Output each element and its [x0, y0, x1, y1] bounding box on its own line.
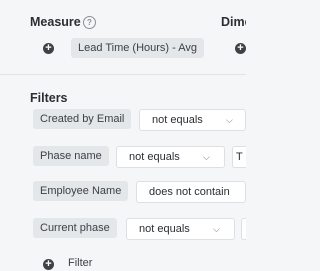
help-circle-icon[interactable]: ? [83, 16, 96, 29]
filter-field-current-phase[interactable]: Current phase [33, 218, 117, 238]
query-builder-panel: Measure ? Dime + Lead Time (Hours) - Avg… [0, 0, 246, 271]
filter-operator-value: does not contain [149, 186, 230, 198]
dimensions-title: Dime [221, 15, 246, 29]
section-divider [0, 74, 246, 75]
filter-value-input[interactable]: T [232, 146, 246, 168]
filter-operator-select[interactable]: not equals ⌵ [116, 146, 225, 168]
add-dimension-icon[interactable]: + [235, 43, 246, 54]
measure-title: Measure [30, 15, 81, 29]
add-measure-icon[interactable]: + [43, 43, 54, 54]
filter-operator-value: not equals [152, 114, 203, 126]
filter-operator-select[interactable]: not equals ⌵ [139, 109, 246, 131]
filter-operator-value: not equals [129, 151, 180, 163]
filter-operator-value: not equals [139, 223, 190, 235]
filter-field-employee-name[interactable]: Employee Name [33, 181, 129, 201]
add-filter-icon[interactable]: + [43, 259, 54, 270]
filters-title: Filters [30, 91, 68, 105]
chevron-down-icon: ⌵ [213, 224, 220, 234]
filter-field-created-by-email[interactable]: Created by Email [33, 109, 132, 129]
chevron-down-icon: ⌵ [203, 152, 210, 162]
add-filter-button[interactable]: Filter [68, 257, 92, 269]
filter-operator-select[interactable]: does not contain [136, 181, 246, 203]
filter-operator-select[interactable]: not equals ⌵ [126, 218, 235, 240]
filter-field-phase-name[interactable]: Phase name [33, 146, 109, 166]
chevron-down-icon: ⌵ [226, 115, 233, 125]
filter-value-input[interactable] [241, 218, 246, 240]
measure-item[interactable]: Lead Time (Hours) - Avg [71, 38, 205, 58]
